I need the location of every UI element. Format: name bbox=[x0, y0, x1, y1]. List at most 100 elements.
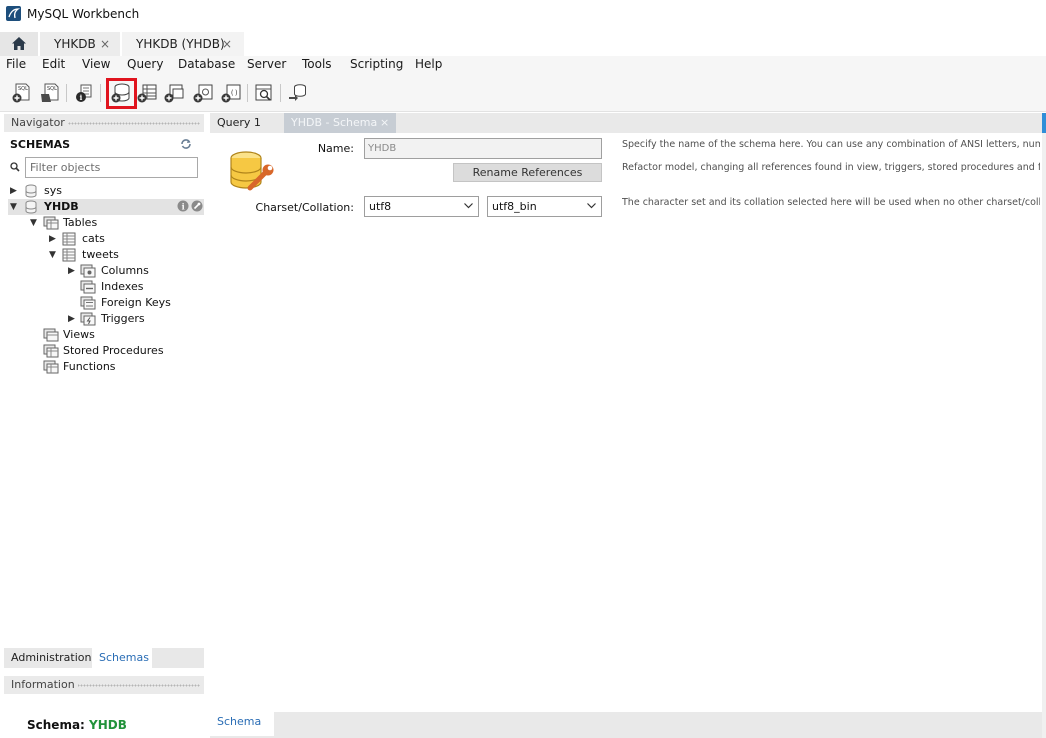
expand-arrow-icon[interactable]: ▶ bbox=[49, 231, 59, 247]
tab-label: YHDB - Schema bbox=[291, 116, 378, 129]
title-bar: MySQL Workbench bbox=[0, 0, 1046, 30]
tree-item-yhdb[interactable]: ▼ YHDB i bbox=[4, 199, 203, 215]
collapse-arrow-icon[interactable]: ▼ bbox=[49, 247, 59, 263]
create-view-button[interactable] bbox=[163, 82, 185, 104]
open-sql-script-button[interactable]: SQL bbox=[39, 82, 61, 104]
svg-text:i: i bbox=[80, 93, 83, 102]
create-procedure-icon bbox=[193, 84, 213, 103]
tree-item-columns[interactable]: ▶ Columns bbox=[4, 263, 200, 279]
tree-item-indexes[interactable]: Indexes bbox=[4, 279, 200, 295]
tab-schemas[interactable]: Schemas bbox=[92, 648, 152, 668]
tree-label: Columns bbox=[101, 264, 149, 277]
filter-objects-input[interactable] bbox=[25, 157, 198, 178]
menu-view[interactable]: View bbox=[82, 57, 110, 71]
expand-arrow-icon[interactable]: ▶ bbox=[68, 263, 78, 279]
rename-references-button[interactable]: Rename References bbox=[453, 163, 602, 182]
info-schema-label: Schema: bbox=[27, 718, 85, 732]
schema-name-input[interactable] bbox=[364, 138, 602, 159]
tab-yhdb-schema[interactable]: YHDB - Schema × bbox=[284, 113, 396, 133]
tree-label: Triggers bbox=[101, 312, 145, 325]
information-header: Information bbox=[4, 676, 204, 694]
information-title: Information bbox=[11, 678, 78, 691]
charset-help-text: The character set and its collation sele… bbox=[622, 197, 1040, 208]
collation-value: utf8_bin bbox=[492, 200, 537, 213]
views-folder-icon bbox=[43, 328, 59, 342]
folder-tables-icon bbox=[43, 216, 59, 230]
editor-bottom-tabs: Schema bbox=[210, 712, 1042, 738]
refactor-help-text: Refactor model, changing all references … bbox=[622, 162, 1040, 173]
schema-editor bbox=[210, 133, 1042, 712]
menu-help[interactable]: Help bbox=[415, 57, 442, 71]
create-procedure-button[interactable] bbox=[192, 82, 214, 104]
tree-item-tweets[interactable]: ▼ tweets bbox=[4, 247, 200, 263]
functions-folder-icon bbox=[43, 360, 59, 374]
tree-item-views[interactable]: Views bbox=[4, 327, 200, 343]
menu-scripting[interactable]: Scripting bbox=[350, 57, 403, 71]
tree-label: Foreign Keys bbox=[101, 296, 171, 309]
collapse-arrow-icon[interactable]: ▼ bbox=[10, 199, 20, 215]
table-icon bbox=[62, 232, 76, 246]
connection-tab-yhkdb[interactable]: YHKDB × bbox=[40, 32, 120, 56]
refresh-icon[interactable] bbox=[180, 138, 192, 150]
chevron-down-icon bbox=[587, 203, 596, 209]
new-sql-tab-button[interactable]: SQL bbox=[10, 82, 32, 104]
tab-query-1[interactable]: Query 1 bbox=[210, 113, 282, 133]
tree-item-sys[interactable]: ▶ sys bbox=[4, 183, 200, 199]
tree-label: Indexes bbox=[101, 280, 144, 293]
tree-item-cats[interactable]: ▶ cats bbox=[4, 231, 200, 247]
tree-item-stored-procedures[interactable]: Stored Procedures bbox=[4, 343, 200, 359]
connection-tab-label: YHKDB (YHDB) bbox=[136, 37, 225, 51]
charset-collation-label: Charset/Collation: bbox=[255, 201, 354, 214]
tree-label: Tables bbox=[63, 216, 98, 229]
menu-database[interactable]: Database bbox=[178, 57, 235, 71]
right-border bbox=[1042, 133, 1046, 738]
create-function-button[interactable]: () bbox=[220, 82, 242, 104]
navigator-bottom-tabs: Administration Schemas bbox=[4, 648, 204, 668]
reconnect-button[interactable] bbox=[287, 82, 309, 104]
foreign-keys-folder-icon bbox=[80, 296, 96, 310]
tree-item-foreign-keys[interactable]: Foreign Keys bbox=[4, 295, 200, 311]
database-icon bbox=[25, 184, 37, 198]
wrench-icon[interactable] bbox=[191, 200, 203, 212]
connection-tab-bar: YHKDB × YHKDB (YHDB) × bbox=[0, 30, 1046, 56]
menu-query[interactable]: Query bbox=[127, 57, 163, 71]
tab-schema[interactable]: Schema bbox=[210, 712, 274, 736]
tree-item-functions[interactable]: Functions bbox=[4, 359, 200, 375]
menu-server[interactable]: Server bbox=[247, 57, 286, 71]
create-table-button[interactable] bbox=[136, 82, 158, 104]
connection-tab-label: YHKDB bbox=[54, 37, 96, 51]
collation-select[interactable]: utf8_bin bbox=[487, 196, 602, 217]
create-view-icon bbox=[164, 84, 184, 103]
home-tab[interactable] bbox=[0, 32, 38, 56]
tree-item-triggers[interactable]: ▶ Triggers bbox=[4, 311, 200, 327]
menu-edit[interactable]: Edit bbox=[42, 57, 65, 71]
svg-text:SQL: SQL bbox=[18, 86, 28, 92]
new-sql-tab-icon: SQL bbox=[12, 83, 30, 103]
menu-tools[interactable]: Tools bbox=[302, 57, 332, 71]
close-icon[interactable]: × bbox=[222, 32, 232, 56]
collapse-arrow-icon[interactable]: ▼ bbox=[30, 215, 40, 231]
create-function-icon: () bbox=[221, 84, 241, 103]
info-icon[interactable]: i bbox=[177, 200, 189, 212]
search-table-data-icon bbox=[255, 84, 272, 101]
menu-file[interactable]: File bbox=[6, 57, 26, 71]
information-panel: Schema: YHDB bbox=[4, 694, 204, 738]
close-icon[interactable]: × bbox=[380, 113, 389, 133]
tree-item-tables[interactable]: ▼ Tables bbox=[4, 215, 200, 231]
tree-label: cats bbox=[82, 232, 105, 245]
expand-arrow-icon[interactable]: ▶ bbox=[68, 311, 78, 327]
chevron-down-icon bbox=[464, 203, 473, 209]
inspector-button[interactable]: i bbox=[73, 82, 95, 104]
tree-label: sys bbox=[44, 184, 62, 197]
reconnect-icon bbox=[289, 84, 306, 101]
create-table-icon bbox=[137, 84, 157, 103]
connection-tab-yhkdb-yhdb[interactable]: YHKDB (YHDB) × bbox=[122, 32, 244, 56]
info-schema-line: Schema: YHDB bbox=[27, 718, 127, 732]
toolbar: SQL SQL i () bbox=[0, 76, 1046, 112]
expand-arrow-icon[interactable]: ▶ bbox=[10, 183, 20, 199]
close-icon[interactable]: × bbox=[100, 32, 110, 56]
info-schema-value: YHDB bbox=[89, 718, 127, 732]
tab-administration[interactable]: Administration bbox=[4, 648, 99, 668]
search-table-data-button[interactable] bbox=[253, 82, 275, 104]
charset-select[interactable]: utf8 bbox=[364, 196, 479, 217]
